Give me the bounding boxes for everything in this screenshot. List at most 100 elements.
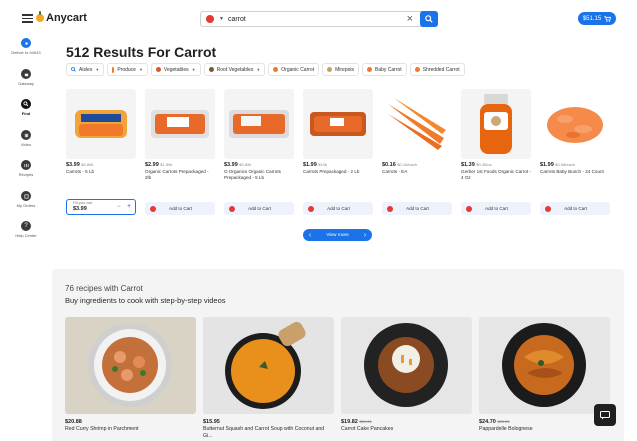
unit-price: $0.8/lb [81, 162, 94, 167]
chevron-down-icon[interactable]: ▼ [219, 16, 224, 22]
chip-mirepois[interactable]: Mirepois [322, 63, 359, 76]
chip-vegetables[interactable]: Vegetables ▼ [150, 63, 201, 76]
pasta-dish-image [479, 317, 610, 414]
sidebar-item-gateway[interactable]: Gateway [0, 69, 52, 86]
sidebar-item-recipes[interactable]: Recipes [0, 160, 52, 177]
product-card[interactable]: $3.99 $0.8/lb O Organics Organic Carrots… [224, 89, 294, 180]
recipe-image[interactable] [65, 317, 196, 414]
chip-organic-carrot[interactable]: Organic Carrot [268, 63, 320, 76]
product-card[interactable]: $1.99 $0.08/each Carrots Baby Bunch - 24… [540, 89, 610, 175]
product-card[interactable]: $1.99 $1/lb Carrots Prepackaged - 2 Lb [303, 89, 373, 175]
chip-aisles[interactable]: Aisles ▼ [66, 63, 105, 76]
product-card[interactable]: $3.99 $0.8/lb Carrots - 5 Lb [66, 89, 136, 175]
sidebar-item-deliver[interactable]: Deliver to 94043 [0, 38, 52, 55]
product-image[interactable] [145, 89, 215, 159]
store-selector[interactable] [201, 15, 219, 23]
recipe-card[interactable]: $24.70 $25.61 Pappardelle Bolognese [479, 317, 610, 433]
product-card[interactable]: $1.39 $0.35/oz Gerber 1st Foods Organic … [461, 89, 531, 180]
sidebar-item-find[interactable]: Find [0, 99, 52, 116]
recipe-price: $24.70 [479, 419, 496, 425]
recipe-name[interactable]: Carrot Cake Pancakes [341, 426, 472, 433]
plus-icon[interactable]: + [127, 203, 131, 210]
carrot-icon [273, 67, 279, 72]
product-image[interactable] [66, 89, 136, 159]
add-to-cart-button[interactable]: Add to Cart [145, 202, 215, 215]
sidebar-item-help-center[interactable]: ? Help Center [0, 221, 52, 238]
recipe-image[interactable] [203, 317, 334, 414]
chip-label: Mirepois [335, 66, 354, 73]
product-price: $0.16 [382, 162, 396, 168]
baby-food-jar-image [480, 94, 512, 154]
sidebar-item-video[interactable]: Video [0, 130, 52, 147]
product-name[interactable]: Carrots Prepackaged - 2 Lb [303, 169, 373, 175]
search-button[interactable] [420, 11, 438, 27]
unit-price: $1/lb [318, 162, 327, 167]
chevron-down-icon: ▼ [95, 67, 100, 72]
recipe-image[interactable] [341, 317, 472, 414]
carrot-icon [112, 66, 115, 73]
chip-produce[interactable]: Produce ▼ [107, 63, 148, 76]
clear-icon[interactable]: × [407, 13, 413, 25]
product-image[interactable] [224, 89, 294, 159]
quantity-stepper[interactable]: Fill your cart $3.99 − + [66, 199, 136, 215]
product-image[interactable] [303, 89, 373, 159]
help-icon: ? [21, 221, 31, 231]
product-name[interactable]: Carrots Baby Bunch - 24 Count [540, 169, 610, 175]
chip-baby-carrot[interactable]: Baby Carrot [362, 63, 407, 76]
recipe-card[interactable]: $20.88 Red Curry Shrimp in Parchment [65, 317, 196, 433]
product-image[interactable] [461, 89, 531, 159]
add-to-cart-button[interactable]: Add to Cart [303, 202, 373, 215]
add-to-cart-button[interactable]: Add to Cart [224, 202, 294, 215]
add-to-cart-button[interactable]: Add to Cart [461, 202, 531, 215]
recipe-card[interactable]: $19.82 $21.61 Carrot Cake Pancakes [341, 317, 472, 433]
product-card[interactable]: $2.99 $1.5/lb Organic Carrots Prepackage… [145, 89, 215, 180]
view-more-button[interactable]: ‹ View more › [303, 229, 372, 241]
recipe-name[interactable]: Pappardelle Bolognese [479, 426, 610, 433]
product-grid: $3.99 $0.8/lb Carrots - 5 Lb $2.99 $1.5/… [66, 89, 612, 184]
carrot-bag-image [229, 110, 289, 138]
unit-price: $0.08/each [555, 162, 576, 167]
search-input[interactable] [227, 15, 398, 23]
filter-chips: Aisles ▼ Produce ▼ Vegetables ▼ Root Veg… [66, 63, 465, 76]
recipe-name[interactable]: Red Curry Shrimp in Parchment [65, 426, 196, 433]
carrot-bag-image [151, 110, 209, 138]
product-name[interactable]: Organic Carrots Prepackaged - 2lb [145, 169, 215, 180]
chat-button[interactable] [594, 404, 616, 426]
chip-label: Shredded Carrot [422, 66, 460, 73]
add-to-cart-label: Add to Cart [169, 206, 192, 211]
product-image[interactable] [540, 89, 610, 159]
recipes-icon [21, 160, 31, 170]
baby-carrots-image [547, 107, 603, 143]
cart-icon [604, 15, 612, 22]
cart-button[interactable]: $51.15 [578, 12, 616, 25]
logo[interactable]: Anycart [36, 11, 87, 24]
minus-icon[interactable]: − [117, 204, 121, 210]
recipe-card[interactable]: $15.95 Butternut Squash and Carrot Soup … [203, 317, 334, 439]
unit-price: $0.35/oz [476, 162, 492, 167]
add-to-cart-label: Add to Cart [406, 206, 429, 211]
add-to-cart-button[interactable]: Add to Cart [540, 202, 610, 215]
product-name[interactable]: Carrots - 5 Lb [66, 169, 136, 175]
recipe-name[interactable]: Butternut Squash and Carrot Soup with Co… [203, 426, 334, 439]
chip-shredded-carrot[interactable]: Shredded Carrot [409, 63, 465, 76]
product-image[interactable] [382, 89, 452, 159]
chevron-right-icon[interactable]: › [360, 229, 370, 241]
sidebar-item-my-orders[interactable]: My Orders [0, 191, 52, 208]
chevron-down-icon: ▼ [256, 67, 261, 72]
page-title: 512 Results For Carrot [66, 44, 217, 60]
quantity-label: Fill your cart [73, 201, 93, 205]
orders-icon [21, 191, 31, 201]
product-card[interactable]: $0.16 $0.16/each Carrots - EA [382, 89, 452, 175]
product-name[interactable]: Gerber 1st Foods Organic Carrot - 4 Oz [461, 169, 531, 180]
recipe-price: $15.95 [203, 419, 220, 425]
menu-icon[interactable] [22, 14, 33, 23]
location-icon [21, 38, 31, 48]
add-to-cart-button[interactable]: Add to Cart [382, 202, 452, 215]
chip-label: Organic Carrot [281, 66, 315, 73]
recipe-image[interactable] [479, 317, 610, 414]
product-name[interactable]: O Organics Organic Carrots Prepackaged -… [224, 169, 294, 180]
product-name[interactable]: Carrots - EA [382, 169, 452, 175]
chevron-left-icon[interactable]: ‹ [305, 229, 315, 241]
chip-root-vegetables[interactable]: Root Vegetables ▼ [203, 63, 266, 76]
chevron-down-icon: ▼ [191, 67, 196, 72]
